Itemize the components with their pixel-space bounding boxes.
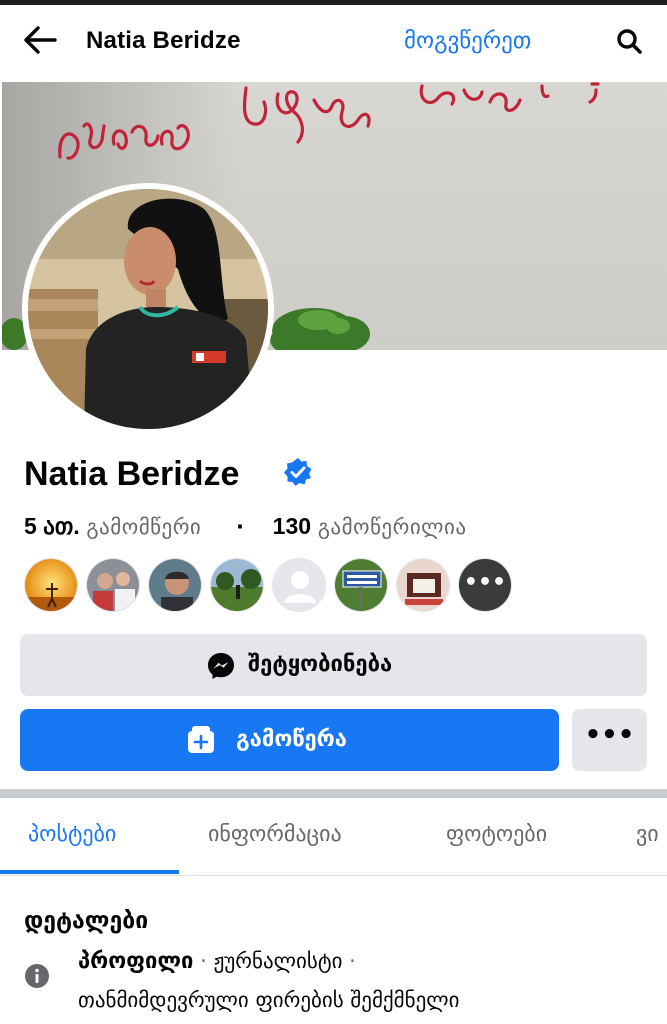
follower-avatar[interactable] [334, 558, 388, 612]
follow-plus-icon [188, 726, 214, 753]
contact-link[interactable]: მოგვწერეთ [404, 25, 531, 57]
follower-stats: 5 ათ. გამომწერი · 130 გამოწერილია [24, 509, 467, 544]
profile-job: ჟურნალისტი [213, 949, 343, 973]
details-heading: დეტალები [24, 908, 149, 934]
follower-avatar[interactable] [148, 558, 202, 612]
profile-tabs: პოსტები ინფორმაცია ფოტოები ვი [0, 798, 667, 876]
section-divider [0, 789, 667, 798]
arrow-left-icon [24, 26, 57, 54]
tab-videos[interactable]: ვი [636, 818, 659, 852]
active-tab-indicator [0, 870, 179, 874]
messenger-icon [208, 653, 234, 679]
profile-category-label: პროფილი [78, 949, 194, 974]
more-options-button[interactable]: ••• [572, 709, 647, 771]
followers-label[interactable]: გამომწერი [86, 515, 201, 539]
followers-count[interactable]: 5 ათ. [24, 513, 80, 539]
profile-details: პროფილი · ჟურნალისტი · თანმიმდევრული ფირ… [78, 942, 648, 1019]
profile-avatar[interactable] [28, 189, 268, 429]
following-count[interactable]: 130 [273, 513, 311, 539]
follow-button[interactable]: გამოწერა [20, 709, 559, 771]
profile-name: Natia Beridze [24, 455, 240, 493]
tab-photos[interactable]: ფოტოები [446, 818, 547, 852]
follower-avatar[interactable] [396, 558, 450, 612]
more-followers-button[interactable]: ••• [458, 558, 512, 612]
stats-separator: · [235, 515, 244, 539]
follower-avatar[interactable] [272, 558, 326, 612]
message-button-label: შეტყობინება [248, 652, 393, 677]
page-title: Natia Beridze [86, 27, 241, 54]
following-label[interactable]: გამოწერილია [318, 515, 467, 539]
details-separator: · [349, 949, 356, 973]
follower-avatar[interactable] [24, 558, 78, 612]
verified-badge [283, 457, 313, 487]
follower-avatar[interactable] [86, 558, 140, 612]
top-app-bar: Natia Beridze მოგვწერეთ [0, 5, 667, 79]
details-separator: · [200, 949, 214, 973]
tab-posts[interactable]: პოსტები [28, 818, 116, 852]
message-button[interactable]: შეტყობინება [20, 634, 647, 696]
tab-info[interactable]: ინფორმაცია [208, 818, 342, 852]
profile-photo [28, 189, 268, 429]
profile-description: თანმიმდევრული ფირების შემქმნელი [78, 988, 460, 1012]
follower-avatar[interactable] [210, 558, 264, 612]
search-icon [617, 29, 642, 54]
default-user-icon [284, 571, 316, 603]
search-button[interactable] [615, 27, 645, 57]
verified-check-icon [284, 458, 312, 486]
back-button[interactable] [22, 25, 62, 57]
info-icon [24, 963, 50, 989]
follow-button-label: გამოწერა [236, 727, 347, 752]
